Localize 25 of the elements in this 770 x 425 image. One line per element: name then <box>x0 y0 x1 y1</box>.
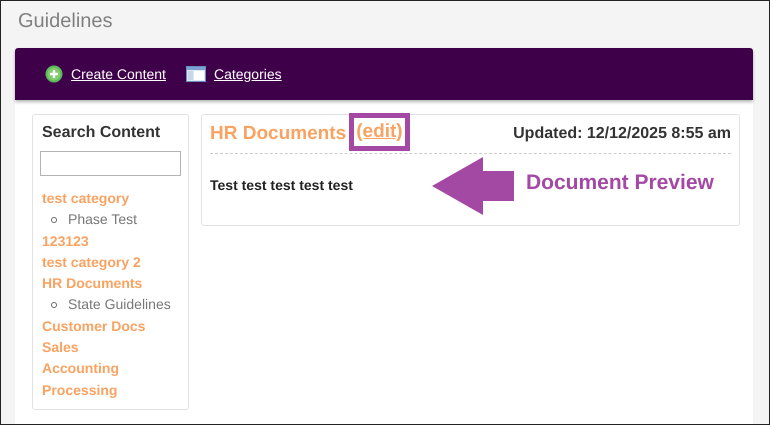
category-link[interactable]: test category 2 <box>42 252 182 274</box>
subcategory-link[interactable]: Phase Test <box>68 209 138 231</box>
category-link[interactable]: 123123 <box>42 230 182 252</box>
sidebar-heading: Search Content <box>42 124 162 142</box>
callout-label: Document Preview <box>526 171 714 195</box>
toolbar-link[interactable]: Categories <box>214 66 282 82</box>
category-link[interactable]: Customer Docs <box>42 316 182 338</box>
search-field[interactable] <box>40 151 181 176</box>
edit-link[interactable]: (edit) <box>356 121 403 142</box>
document-text: Test test test test test <box>210 177 354 193</box>
category-link[interactable]: Processing <box>42 380 182 401</box>
toolbar-link[interactable]: Create Content <box>71 66 166 82</box>
category-link[interactable]: HR Documents <box>42 273 182 294</box>
subcategory-link[interactable]: State Guidelines <box>68 294 171 316</box>
list-icon <box>186 66 206 82</box>
category-link[interactable]: Accounting <box>42 358 182 380</box>
updated-date: Updated: 12/12/2025 8:55 am <box>513 125 731 143</box>
plus-icon <box>45 65 63 83</box>
category-link[interactable]: test category <box>42 188 182 210</box>
page-title: Guidelines <box>17 9 114 34</box>
bullet-icon <box>51 302 57 308</box>
document-title: HR Documents <box>210 123 346 145</box>
bullet-icon <box>51 216 57 223</box>
arrow-icon <box>432 157 514 215</box>
category-link[interactable]: Sales <box>42 337 182 358</box>
